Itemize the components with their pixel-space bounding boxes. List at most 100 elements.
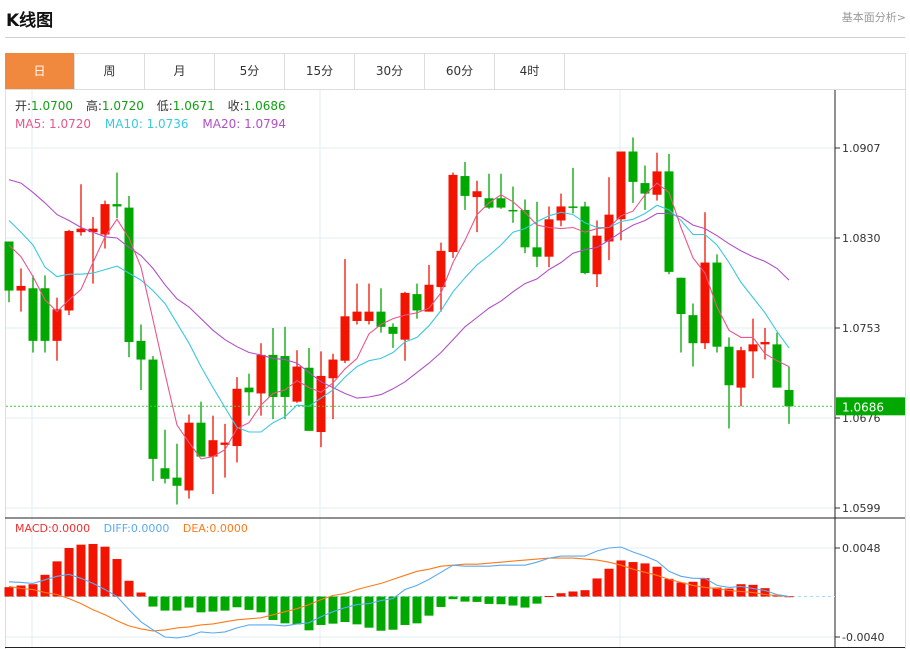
close-value: 1.0686 [243,99,286,113]
macd-bar-positive [640,563,650,597]
macd-bar-negative [520,596,530,608]
candle-down [136,340,146,360]
candle-up [472,191,482,198]
candle-down [664,171,674,272]
candle-down [628,151,638,182]
candle-down [532,247,542,257]
macd-bar-positive [52,561,62,597]
macd-bar-negative [256,596,266,613]
candle-down [196,422,206,457]
macd-bar-positive [604,568,614,597]
candle-up [328,359,338,379]
candle-down [148,359,158,459]
macd-bar-negative [196,596,206,613]
candle-down [244,387,254,393]
candle-up [448,174,458,253]
candle-up [340,316,350,361]
macd-bar-positive [748,584,758,597]
macd-tick-label: -0.0040 [842,631,884,644]
macd-bar-negative [292,596,302,625]
candle-down [28,288,38,341]
macd-bar-negative [352,596,362,625]
candle-down [388,326,398,334]
open-label: 开: [15,99,32,113]
candle-down [688,315,698,344]
price-tick-label: 1.0907 [842,142,881,155]
candle-up [256,354,266,394]
macd-bar-negative [364,596,374,628]
macd-bar-negative [496,596,506,605]
macd-bar-negative [280,596,290,624]
macd-bar-negative [160,596,170,611]
macd-bar-positive [76,544,86,597]
macd-bar-positive [64,548,74,597]
macd-bar-negative [220,596,230,611]
macd-bar-negative [232,596,242,608]
macd-bar-positive [556,593,566,597]
candle-down [772,344,782,388]
candle-up [616,151,626,220]
candle-down [112,204,122,207]
macd-bar-negative [244,596,254,610]
macd-bar-negative [424,596,434,616]
macd-tick-label: 0.0048 [842,542,881,555]
macd-bar-negative [472,596,482,602]
candle-down [580,206,590,274]
macd-bar-positive [664,578,674,597]
diff-legend: DIFF:0.0000 [103,522,170,535]
candle-up [184,422,194,491]
macd-bar-negative [388,596,398,630]
macd-bar-positive [568,591,578,597]
candle-down [508,209,518,212]
price-tick-label: 1.0830 [842,232,881,245]
dea-legend: DEA:0.0000 [182,522,248,535]
candle-up [316,375,326,433]
current-price-label: 1.0686 [842,400,884,414]
candle-up [364,311,374,321]
macd-bar-positive [628,562,638,597]
ma5-legend: MA5: 1.0720 [15,117,92,131]
macd-bar-positive [592,578,602,597]
macd-bar-positive [16,585,26,597]
macd-info: MACD:0.0000 DIFF:0.0000 DEA:0.0000 [15,522,248,535]
candle-down [676,277,686,314]
open-value: 1.0700 [31,99,74,113]
macd-bar-negative [184,596,194,608]
high-value: 1.0720 [101,99,144,113]
macd-bar-negative [268,596,278,621]
candle-up [592,235,602,275]
candle-up [64,230,74,311]
candle-down [268,354,278,397]
candle-down [4,241,14,291]
candle-up [736,350,746,388]
candle-down [304,367,314,431]
candle-up [436,250,446,288]
macd-bar-positive [112,559,122,597]
candle-up [232,388,242,447]
ma20-legend: MA20: 1.0794 [202,117,287,131]
macd-bar-positive [136,592,146,597]
candle-up [760,342,770,345]
macd-bar-negative [508,596,518,606]
macd-bar-negative [172,596,182,611]
macd-bar-positive [544,596,554,598]
candle-up [544,219,554,257]
candle-up [100,204,110,235]
macd-bar-negative [208,596,218,612]
price-tick-label: 1.0753 [842,322,881,335]
macd-bar-positive [4,587,14,597]
candle-down [724,346,734,386]
macd-bar-positive [676,582,686,597]
candle-up [52,309,62,341]
candle-up [16,285,26,291]
macd-bar-positive [88,543,98,597]
high-label: 高: [85,99,102,113]
candle-down [496,198,506,208]
candle-down [712,262,722,347]
candle-down [412,294,422,311]
macd-bar-positive [652,566,662,597]
macd-bar-positive [124,580,134,597]
candle-down [784,389,794,407]
macd-bar-negative [412,596,422,624]
candle-up [208,440,218,457]
